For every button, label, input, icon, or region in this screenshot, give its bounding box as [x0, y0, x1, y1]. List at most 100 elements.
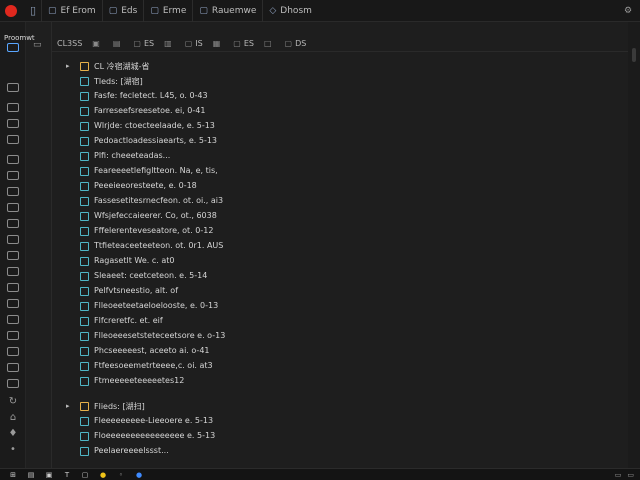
list-item-label: Ftfeesoeemetrteeee,c. oi. at3 [94, 361, 213, 370]
list-item-label: Peeeieeoresteete, e. 0-18 [94, 181, 197, 190]
list-item-label: Plfi: cheeeteadas... [94, 151, 171, 160]
tab-4[interactable]: ▢ Rauemwe [192, 0, 262, 22]
es2-icon: ▢ [233, 39, 241, 48]
source-control-icon[interactable] [5, 116, 21, 130]
tray-icon[interactable]: ▭ [627, 471, 634, 479]
app-icon[interactable]: ◦ [116, 470, 126, 480]
files-icon[interactable] [5, 80, 21, 94]
text-icon[interactable]: T [62, 470, 72, 480]
tab-2[interactable]: ▢ Eds [101, 0, 144, 22]
tab-3-icon: ▢ [150, 5, 159, 16]
list-item-label: Ftmeeeeeteeeeetes12 [94, 376, 185, 385]
tree-group-2-label: Flieds: [湖扫] [94, 402, 145, 411]
shield-icon[interactable]: ♦ [5, 426, 21, 440]
window-icon[interactable]: ▢ [80, 470, 90, 480]
explorer-icon[interactable] [5, 40, 21, 54]
toolbar-item-3[interactable]: ▤ [108, 39, 129, 48]
notes-icon[interactable] [5, 312, 21, 326]
file-icon [80, 287, 89, 296]
file-icon [80, 107, 89, 116]
box-icon: □ [263, 39, 272, 48]
file-icon [80, 447, 89, 456]
history-icon[interactable] [5, 280, 21, 294]
file-icon [80, 227, 89, 236]
side-panel-strip: ▭ [26, 22, 52, 468]
tree-root-label: CL 冷宿湖城-省 [94, 62, 150, 71]
folder-icon: ▤ [112, 39, 121, 48]
run-icon[interactable] [5, 132, 21, 146]
toolbar-item-2[interactable]: ▣ [87, 39, 108, 48]
file-icon [80, 122, 89, 131]
layers-icon[interactable] [5, 216, 21, 230]
app-logo-icon[interactable] [5, 4, 17, 17]
start-icon[interactable]: ⊞ [8, 470, 18, 480]
editor-toolbar: CL3SS ▣ ▤ ▢ ES ▥ ▢ IS ▦ ▢ ES □ ▢ DS [52, 36, 628, 52]
folder-icon[interactable]: ▤ [26, 470, 36, 480]
tab-3-label: Erme [162, 5, 187, 16]
file-icon [80, 317, 89, 326]
bolt-icon[interactable]: ● [98, 470, 108, 480]
toolbar-item-class[interactable]: CL3SS [52, 39, 87, 48]
toolbar-item-4[interactable]: ▢ ES [128, 39, 159, 48]
extensions-icon[interactable] [5, 152, 21, 166]
bell-icon[interactable]: • [5, 442, 21, 456]
list-item-label: Farreseefsreesetoe. ei, 0-41 [94, 106, 206, 115]
chevron-right-icon: ▸ [66, 402, 70, 410]
root-folder-icon [80, 62, 89, 71]
title-bar: ▯ ▢ Ef Erom ▢ Eds ▢ Erme ▢ Rauemwe ◇ Dho… [0, 0, 640, 22]
list-item-label: Fffelerenteveseatore, ot. 0-12 [94, 226, 214, 235]
browser-icon[interactable]: ● [134, 470, 144, 480]
file-icon [80, 332, 89, 341]
list-item-label: Peelaereeeelssst... [94, 446, 169, 455]
toolbar-item-8[interactable]: ▢ ES [228, 39, 259, 48]
database-icon[interactable] [5, 184, 21, 198]
list-item-label: Pelfvtsneestio, alt. of [94, 286, 179, 295]
cloud-icon[interactable] [5, 264, 21, 278]
vertical-scrollbar[interactable] [628, 22, 640, 468]
list-item-label: Wfsjefeccaieerer. Co, ot., 6038 [94, 211, 217, 220]
test-icon[interactable] [5, 248, 21, 262]
list-item-label: Pedoactloadessiaearts, e. 5-13 [94, 136, 218, 145]
debug-icon[interactable] [5, 232, 21, 246]
file-icon [80, 167, 89, 176]
tray-icon[interactable]: ▭ [615, 471, 622, 479]
search-icon[interactable] [5, 100, 21, 114]
toolbar-item-9[interactable]: □ [259, 39, 280, 48]
toolbar-item-5[interactable]: ▥ [159, 39, 180, 48]
toolbar-item-6[interactable]: ▢ IS [180, 39, 208, 48]
tab-3[interactable]: ▢ Erme [143, 0, 192, 22]
es-icon: ▢ [133, 39, 141, 48]
file-icon [80, 182, 89, 191]
list-item-label: Ragasetlt We. c. at0 [94, 256, 175, 265]
ds-icon: ▢ [284, 39, 293, 48]
file-icon [80, 302, 89, 311]
toolbar-item-10-label: DS [295, 39, 307, 48]
scrollbar-thumb[interactable] [632, 48, 636, 62]
file-icon[interactable]: ▯ [25, 3, 41, 19]
sync-icon[interactable]: ↻ [5, 394, 21, 408]
list-item-label: Phcseeeeest, aceeto ai. o-41 [94, 346, 210, 355]
package-icon[interactable] [5, 200, 21, 214]
terminal-icon[interactable] [5, 168, 21, 182]
settings-gear-icon[interactable]: ⚙ [622, 5, 634, 17]
tree-group-1-label: Tleds: [湖宿] [94, 77, 143, 86]
file-icon [80, 257, 89, 266]
tab-1-icon: ▢ [48, 5, 57, 16]
tab-1[interactable]: ▢ Ef Erom [41, 0, 102, 22]
list-item-label: Ttfieteaceeteeteon. ot. 0r1. AUS [94, 241, 224, 250]
chart-icon[interactable] [5, 328, 21, 342]
toolbar-item-8-label: ES [243, 39, 254, 48]
plugin-icon[interactable] [5, 360, 21, 374]
toolbar-item-7[interactable]: ▦ [208, 39, 229, 48]
tab-4-icon: ▢ [199, 5, 208, 16]
toolbar-item-10[interactable]: ▢ DS [280, 39, 312, 48]
tab-5[interactable]: ◇ Dhosm [262, 0, 318, 22]
terminal-icon[interactable]: ▣ [44, 470, 54, 480]
account-icon[interactable]: ⌂ [5, 410, 21, 424]
tools-icon[interactable] [5, 344, 21, 358]
tab-4-label: Rauemwe [211, 5, 257, 16]
toolbar-item-6-label: IS [195, 39, 203, 48]
chevron-down-icon: ▸ [66, 62, 70, 70]
bookmark-icon[interactable] [5, 296, 21, 310]
grid-icon[interactable] [5, 376, 21, 390]
